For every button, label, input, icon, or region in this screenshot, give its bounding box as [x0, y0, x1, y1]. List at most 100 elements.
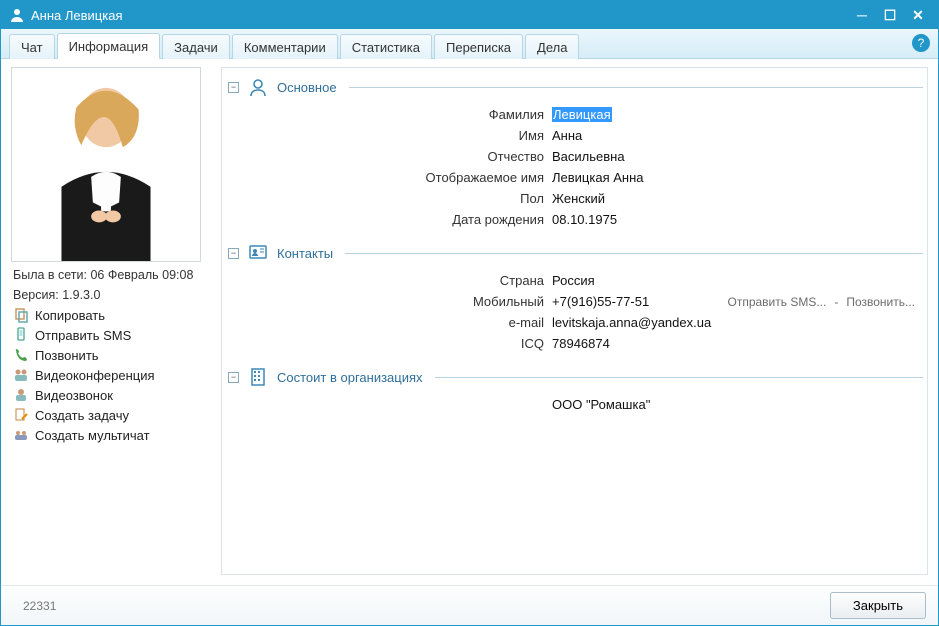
close-window-button[interactable]: ✕ [904, 5, 932, 25]
titlebar: Анна Левицкая ─ ☐ ✕ [1, 1, 938, 29]
field-mobile-value[interactable]: +7(916)55-77-51 [552, 294, 649, 309]
action-create-task[interactable]: Создать задачу [11, 406, 211, 424]
section-divider [435, 377, 923, 378]
video-call-icon [13, 387, 29, 403]
field-email: e-mail levitskaja.anna@yandex.ua [222, 312, 923, 333]
action-send-sms[interactable]: Отправить SMS [11, 326, 211, 344]
tabs-row: Чат Информация Задачи Комментарии Статис… [1, 29, 938, 59]
video-conf-icon [13, 367, 29, 383]
action-call-label: Позвонить [35, 348, 99, 363]
field-gender-value[interactable]: Женский [552, 191, 915, 206]
action-send-sms-label: Отправить SMS [35, 328, 131, 343]
section-main-header: − Основное [222, 76, 923, 98]
task-icon [13, 407, 29, 423]
action-create-multichat[interactable]: Создать мультичат [11, 426, 211, 444]
field-surname-value[interactable]: Левицкая [552, 107, 612, 122]
field-organization-value[interactable]: ООО "Ромашка" [552, 397, 915, 412]
action-create-task-label: Создать задачу [35, 408, 129, 423]
field-name: Имя Анна [222, 125, 923, 146]
tab-comments[interactable]: Комментарии [232, 34, 338, 59]
field-country-label: Страна [222, 273, 552, 288]
field-patronymic: Отчество Васильевна [222, 146, 923, 167]
field-mobile: Мобильный +7(916)55-77-51 Отправить SMS.… [222, 291, 923, 312]
mobile-call-link[interactable]: Позвонить... [846, 295, 915, 309]
avatar [11, 67, 201, 262]
field-surname: Фамилия Левицкая [222, 104, 923, 125]
field-dob-value[interactable]: 08.10.1975 [552, 212, 915, 227]
action-create-multichat-label: Создать мультичат [35, 428, 150, 443]
section-main: − Основное Фамилия Левицкая Имя Анна [222, 76, 923, 230]
content-area: Была в сети: 06 Февраль 09:08 Версия: 1.… [1, 59, 938, 585]
tab-cases[interactable]: Дела [525, 34, 579, 59]
collapse-toggle[interactable]: − [228, 82, 239, 93]
multichat-icon [13, 427, 29, 443]
field-display-label: Отображаемое имя [222, 170, 552, 185]
tab-chat[interactable]: Чат [9, 34, 55, 59]
tab-statistics[interactable]: Статистика [340, 34, 432, 59]
field-patronymic-label: Отчество [222, 149, 552, 164]
field-icq: ICQ 78946874 [222, 333, 923, 354]
collapse-toggle[interactable]: − [228, 372, 239, 383]
field-icq-label: ICQ [222, 336, 552, 351]
section-contacts: − Контакты Страна Россия Мобильный [222, 242, 923, 354]
field-gender: Пол Женский [222, 188, 923, 209]
section-contacts-header: − Контакты [222, 242, 923, 264]
window-title: Анна Левицкая [31, 8, 848, 23]
row-action-sep: - [834, 295, 838, 309]
section-divider [349, 87, 923, 88]
footer: 22331 Закрыть [1, 585, 938, 625]
section-main-title: Основное [277, 80, 337, 95]
field-email-value[interactable]: levitskaja.anna@yandex.ua [552, 315, 915, 330]
field-name-label: Имя [222, 128, 552, 143]
field-name-value[interactable]: Анна [552, 128, 915, 143]
close-button[interactable]: Закрыть [830, 592, 926, 619]
action-video-conf-label: Видеоконференция [35, 368, 155, 383]
maximize-button[interactable]: ☐ [876, 5, 904, 25]
left-pane: Была в сети: 06 Февраль 09:08 Версия: 1.… [11, 67, 211, 575]
field-dob: Дата рождения 08.10.1975 [222, 209, 923, 230]
field-organization: ООО "Ромашка" [222, 394, 923, 415]
person-icon [9, 7, 25, 23]
version-text: Версия: 1.9.3.0 [11, 288, 211, 302]
tab-tasks[interactable]: Задачи [162, 34, 230, 59]
last-seen-text: Была в сети: 06 Февраль 09:08 [11, 268, 211, 282]
field-country: Страна Россия [222, 270, 923, 291]
tab-correspondence[interactable]: Переписка [434, 34, 523, 59]
copy-icon [13, 307, 29, 323]
action-video-conf[interactable]: Видеоконференция [11, 366, 211, 384]
section-organizations: − Состоит в организациях ООО "Ромашка" [222, 366, 923, 415]
field-gender-label: Пол [222, 191, 552, 206]
mobile-send-sms-link[interactable]: Отправить SMS... [727, 295, 826, 309]
action-copy[interactable]: Копировать [11, 306, 211, 324]
section-organizations-title: Состоит в организациях [277, 370, 423, 385]
action-video-call-label: Видеозвонок [35, 388, 113, 403]
section-divider [345, 253, 923, 254]
field-email-label: e-mail [222, 315, 552, 330]
footer-id: 22331 [23, 599, 56, 613]
field-surname-label: Фамилия [222, 107, 552, 122]
actions-list: Копировать Отправить SMS Позвонить Видео… [11, 306, 211, 444]
field-patronymic-value[interactable]: Васильевна [552, 149, 915, 164]
building-icon [247, 366, 269, 388]
phone-icon [13, 347, 29, 363]
field-display-value[interactable]: Левицкая Анна [552, 170, 915, 185]
action-copy-label: Копировать [35, 308, 105, 323]
sms-icon [13, 327, 29, 343]
collapse-toggle[interactable]: − [228, 248, 239, 259]
field-country-value[interactable]: Россия [552, 273, 915, 288]
window-frame: Анна Левицкая ─ ☐ ✕ Чат Информация Задач… [0, 0, 939, 626]
section-organizations-header: − Состоит в организациях [222, 366, 923, 388]
action-video-call[interactable]: Видеозвонок [11, 386, 211, 404]
section-contacts-title: Контакты [277, 246, 333, 261]
person-card-icon [247, 76, 269, 98]
tab-information[interactable]: Информация [57, 33, 161, 59]
field-dob-label: Дата рождения [222, 212, 552, 227]
minimize-button[interactable]: ─ [848, 5, 876, 25]
field-display-name: Отображаемое имя Левицкая Анна [222, 167, 923, 188]
contacts-card-icon [247, 242, 269, 264]
help-icon[interactable]: ? [912, 34, 930, 52]
action-call[interactable]: Позвонить [11, 346, 211, 364]
details-pane: − Основное Фамилия Левицкая Имя Анна [221, 67, 928, 575]
field-mobile-label: Мобильный [222, 294, 552, 309]
field-icq-value[interactable]: 78946874 [552, 336, 915, 351]
